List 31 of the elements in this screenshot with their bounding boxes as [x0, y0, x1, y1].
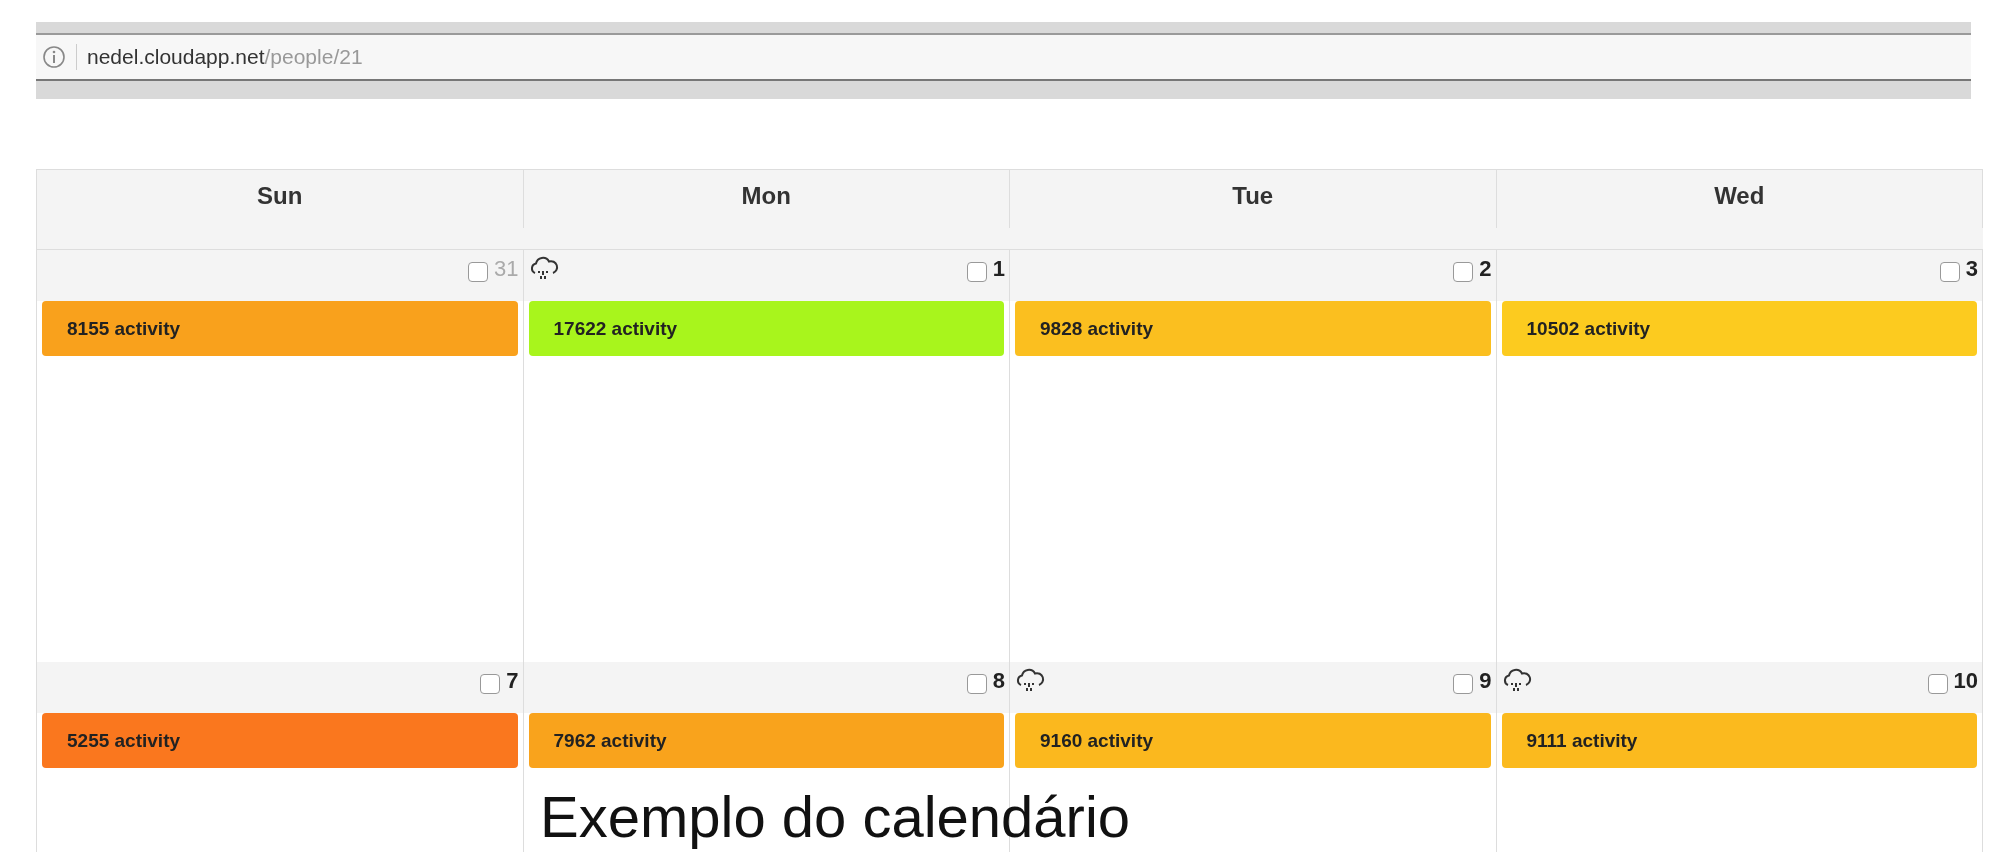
day-number: 1 — [992, 255, 1005, 283]
event-bar[interactable]: 10502 activity — [1501, 301, 1977, 356]
day-number: 31 — [494, 255, 519, 283]
event-bar[interactable]: 7962 activity — [528, 713, 1004, 768]
event-bar[interactable]: 9160 activity — [1015, 713, 1491, 768]
caption: Exemplo do calendário — [540, 784, 1131, 850]
weekday-header: Tue — [1010, 170, 1497, 228]
event-bar[interactable]: 9111 activity — [1501, 713, 1977, 768]
day-checkbox[interactable] — [468, 262, 488, 282]
day-checkbox[interactable] — [1453, 262, 1474, 282]
day-checkbox[interactable] — [480, 674, 501, 694]
day-checkbox[interactable] — [1939, 262, 1960, 282]
weekday-header: Wed — [1496, 170, 1983, 228]
event-bar[interactable]: 9828 activity — [1015, 301, 1491, 356]
event-bar[interactable]: 17622 activity — [528, 301, 1004, 356]
day-checkbox[interactable] — [966, 262, 987, 282]
day-number: 3 — [1965, 255, 1978, 283]
event-bar[interactable]: 8155 activity — [42, 301, 518, 356]
day-number: 2 — [1479, 255, 1492, 283]
url-field[interactable]: nedel.cloudapp.net/people/21 — [87, 45, 363, 69]
day-checkbox[interactable] — [1927, 674, 1948, 694]
day-number: 9 — [1479, 667, 1492, 695]
day-number: 7 — [506, 667, 519, 695]
event-bar[interactable]: 5255 activity — [42, 713, 518, 768]
weekday-header: Sun — [37, 170, 524, 228]
day-number: 10 — [1953, 667, 1978, 695]
weekday-header: Mon — [523, 170, 1010, 228]
info-icon[interactable] — [42, 45, 66, 69]
day-number: 8 — [992, 667, 1005, 695]
day-checkbox[interactable] — [1453, 674, 1474, 694]
day-checkbox[interactable] — [966, 674, 987, 694]
